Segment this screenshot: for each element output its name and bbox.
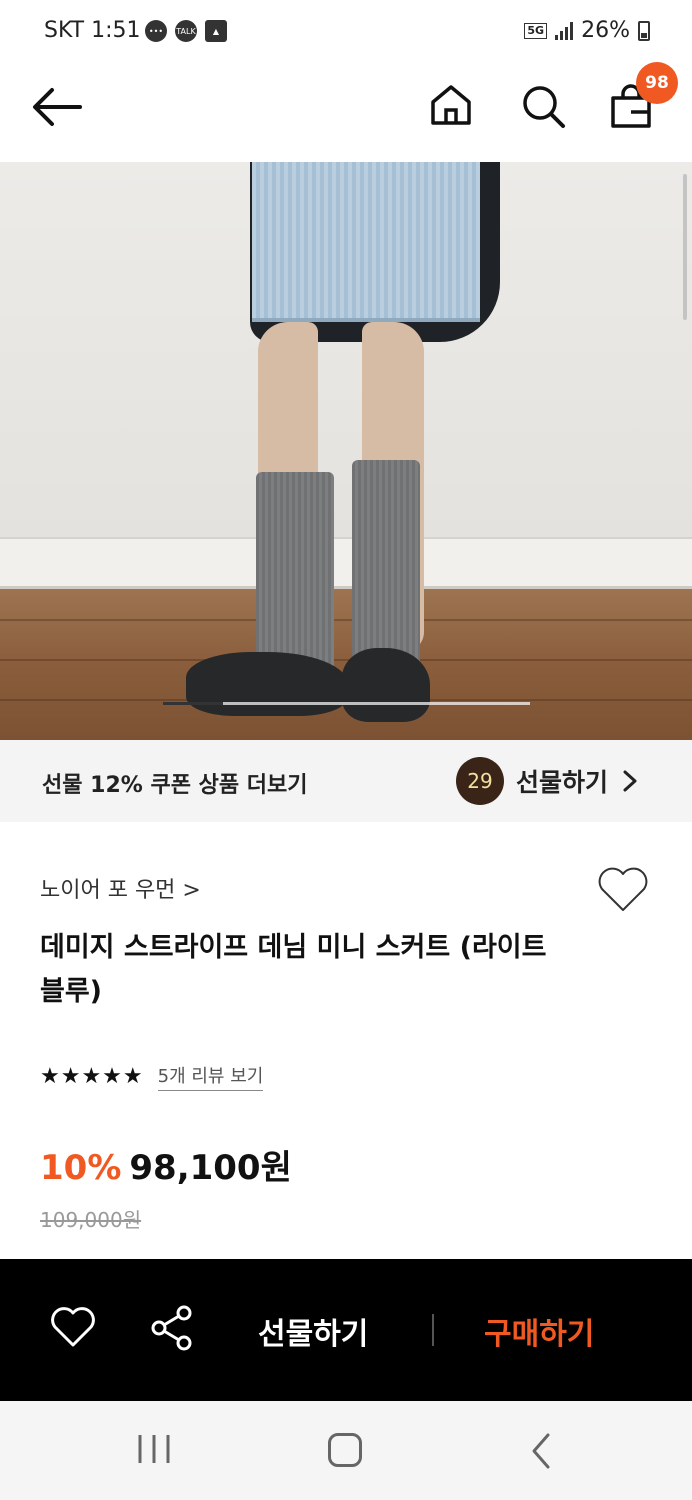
action-divider [432,1314,434,1346]
gift-link-label: 선물하기 [516,768,609,797]
battery-icon [638,20,650,41]
signal-icon [555,21,574,40]
carousel-active-segment [163,702,223,705]
gift-count-badge: 29 [456,757,504,805]
system-indicators: 5G 26% [524,18,650,43]
coupon-text: 선물 12% 쿠폰 상품 더보기 [42,773,308,798]
image-shoe-right [342,648,430,722]
network-type: 5G [524,22,548,39]
battery-percent: 26% [581,18,630,43]
discount-rate: 10% [40,1148,122,1188]
product-title: 데미지 스트라이프 데님 미니 스커트 (라이트블루) [40,932,547,1007]
image-sock-right [352,460,420,670]
chat-bubble-icon: ••• [145,20,167,42]
image-baseboard [0,537,692,589]
reviews-link[interactable]: 5개 리뷰 보기 [157,1062,264,1091]
status-bar: SKT 1:51 ••• TALK ▲ 5G 26% [0,0,692,62]
coupon-banner[interactable]: 선물 12% 쿠폰 상품 더보기 29 선물하기 [0,740,692,822]
top-nav: 98 [0,62,692,162]
search-icon[interactable] [519,82,567,130]
image-carousel-indicator [163,702,530,705]
home-icon[interactable] [428,82,474,128]
cart-count-badge: 98 [636,62,678,104]
home-button-icon[interactable] [328,1433,362,1467]
image-skirt [252,162,480,322]
brand-link[interactable]: 노이어 포 우먼 > [40,872,201,904]
product-image[interactable] [0,162,692,740]
carrier-time: SKT 1:51 [44,18,141,43]
gift-button[interactable]: 선물하기 [258,1309,368,1353]
back-chevron-icon[interactable] [528,1431,554,1471]
wishlist-heart-icon[interactable] [596,866,650,914]
recent-apps-icon[interactable] [134,1433,174,1465]
gift-link[interactable]: 29 선물하기 [456,757,640,805]
system-nav-bar [0,1401,692,1500]
kakaotalk-icon: TALK [175,20,197,42]
scrollbar[interactable] [683,174,687,320]
star-rating-icon: ★★★★★ [40,1064,144,1089]
rating-row: ★★★★★ 5개 리뷰 보기 [40,1062,264,1091]
price-row: 10% 98,100원 [40,1140,292,1189]
buy-button[interactable]: 구매하기 [484,1309,594,1353]
chevron-right-icon [623,770,637,792]
original-price: 109,000원 [40,1208,142,1232]
share-icon[interactable] [150,1305,194,1351]
back-arrow-icon[interactable] [30,84,84,130]
sale-price: 98,100원 [129,1148,292,1188]
notification-icons: ••• TALK ▲ [145,20,227,42]
image-icon: ▲ [205,20,227,42]
purchase-action-bar: 선물하기 구매하기 [0,1259,692,1401]
image-shoe-left [186,652,348,716]
heart-icon[interactable] [50,1307,96,1349]
